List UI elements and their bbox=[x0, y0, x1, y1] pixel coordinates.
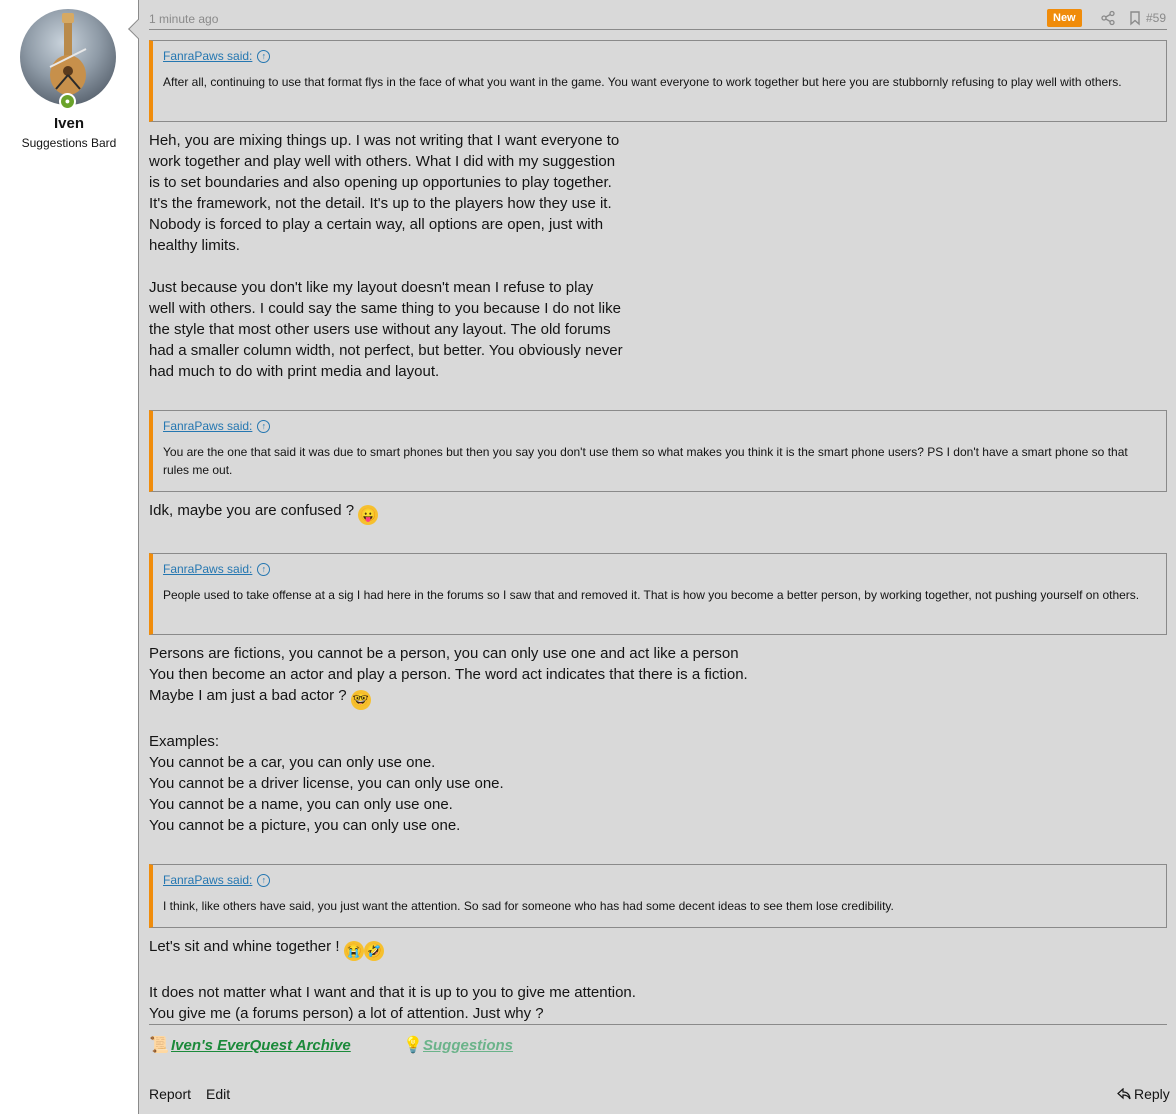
user-sidebar: ● Iven Suggestions Bard bbox=[0, 0, 138, 1114]
quote-header[interactable]: FanraPaws said: ↑ bbox=[163, 49, 1156, 63]
text-line: Examples: bbox=[149, 733, 220, 750]
quote-block: FanraPaws said: ↑ You are the one that s… bbox=[149, 410, 1167, 492]
quote-text: I think, like others have said, you just… bbox=[163, 899, 894, 913]
post-paragraph: Heh, you are mixing things up. I was not… bbox=[149, 130, 1167, 382]
jump-to-quote-icon[interactable]: ↑ bbox=[257, 419, 271, 433]
suggestions-link[interactable]: Suggestions bbox=[423, 1037, 513, 1054]
text-line: Heh, you are mixing things up. I was not… bbox=[149, 132, 620, 149]
text-line-with-emoji: Let's sit and whine together ! 😭 🤣 bbox=[149, 936, 1167, 961]
text-line: Just because you don't like my layout do… bbox=[149, 279, 594, 296]
post-body: FanraPaws said: ↑ After all, continuing … bbox=[149, 40, 1167, 1024]
text-line: Idk, maybe you are confused ? bbox=[149, 502, 355, 519]
text-line: Maybe I am just a bad actor ? bbox=[149, 687, 347, 704]
archive-link[interactable]: Iven's EverQuest Archive bbox=[171, 1037, 351, 1054]
text-line: You cannot be a driver license, you can … bbox=[149, 775, 504, 792]
user-name[interactable]: Iven bbox=[0, 115, 138, 132]
text-line: You cannot be a car, you can only use on… bbox=[149, 754, 436, 771]
share-icon[interactable] bbox=[1100, 10, 1116, 26]
text-line: had much to do with print media and layo… bbox=[149, 363, 440, 380]
quote-author-link[interactable]: FanraPaws said: bbox=[163, 873, 252, 887]
text-line: is to set boundaries and also opening up… bbox=[149, 174, 612, 191]
user-title: Suggestions Bard bbox=[21, 136, 117, 150]
quote-block: FanraPaws said: ↑ People used to take of… bbox=[149, 553, 1167, 635]
bard-instrument-icon bbox=[49, 13, 87, 95]
jump-to-quote-icon[interactable]: ↑ bbox=[257, 49, 271, 63]
text-line: Let's sit and whine together ! bbox=[149, 938, 340, 955]
post-paragraph: Idk, maybe you are confused ? 😛 bbox=[149, 500, 1167, 525]
new-badge: New bbox=[1047, 9, 1082, 27]
post-timestamp[interactable]: 1 minute ago bbox=[149, 12, 218, 26]
quote-header[interactable]: FanraPaws said: ↑ bbox=[163, 419, 1156, 433]
reply-icon bbox=[1117, 1088, 1131, 1100]
quote-author-link[interactable]: FanraPaws said: bbox=[163, 419, 252, 433]
text-line: You cannot be a name, you can only use o… bbox=[149, 796, 453, 813]
post-number[interactable]: #59 bbox=[1146, 11, 1166, 25]
rofl-emoji-icon: 🤣 bbox=[363, 941, 384, 961]
scroll-icon: 📜 bbox=[149, 1037, 169, 1054]
post-paragraph: Let's sit and whine together ! 😭 🤣 It doe… bbox=[149, 936, 1167, 1024]
quote-text: People used to take offense at a sig I h… bbox=[163, 588, 1140, 602]
quote-author-link[interactable]: FanraPaws said: bbox=[163, 49, 252, 63]
text-line: well with others. I could say the same t… bbox=[149, 300, 621, 317]
reply-button[interactable]: Reply bbox=[1117, 1086, 1170, 1102]
quote-block: FanraPaws said: ↑ I think, like others h… bbox=[149, 864, 1167, 928]
report-link[interactable]: Report bbox=[149, 1086, 191, 1102]
text-line: You then become an actor and play a pers… bbox=[149, 666, 748, 683]
text-line: You cannot be a picture, you can only us… bbox=[149, 817, 461, 834]
text-line: work together and play well with others.… bbox=[149, 153, 616, 170]
quote-text: You are the one that said it was due to … bbox=[163, 445, 1128, 477]
text-line: Nobody is forced to play a certain way, … bbox=[149, 216, 604, 233]
lightbulb-icon: 💡 bbox=[403, 1037, 423, 1054]
text-line: You give me (a forums person) a lot of a… bbox=[149, 1005, 544, 1022]
post: 1 minute ago New #59 FanraPaws said: ↑ A… bbox=[139, 0, 1176, 1114]
quote-text: After all, continuing to use that format… bbox=[163, 75, 1122, 89]
jump-to-quote-icon[interactable]: ↑ bbox=[257, 562, 271, 576]
online-status-icon: ● bbox=[59, 93, 76, 110]
crying-emoji-icon: 😭 bbox=[343, 941, 364, 961]
text-line: healthy limits. bbox=[149, 237, 240, 254]
quote-header[interactable]: FanraPaws said: ↑ bbox=[163, 562, 1156, 576]
signature: 📜 Iven's EverQuest Archive 💡 Suggestions bbox=[149, 1024, 1167, 1054]
text-line: It does not matter what I want and that … bbox=[149, 984, 636, 1001]
quote-author-link[interactable]: FanraPaws said: bbox=[163, 562, 252, 576]
text-line: Persons are fictions, you cannot be a pe… bbox=[149, 645, 739, 662]
text-line: had a smaller column width, not perfect,… bbox=[149, 342, 623, 359]
edit-link[interactable]: Edit bbox=[206, 1086, 230, 1102]
text-line-with-emoji: Maybe I am just a bad actor ? 🤓 bbox=[149, 685, 1167, 710]
tongue-out-emoji-icon: 😛 bbox=[358, 505, 379, 525]
text-line: the style that most other users use with… bbox=[149, 321, 611, 338]
post-paragraph: Persons are fictions, you cannot be a pe… bbox=[149, 643, 1167, 836]
text-line: It's the framework, not the detail. It's… bbox=[149, 195, 612, 212]
jump-to-quote-icon[interactable]: ↑ bbox=[257, 873, 271, 887]
nerd-emoji-icon: 🤓 bbox=[350, 690, 371, 710]
bookmark-icon[interactable] bbox=[1127, 10, 1143, 26]
avatar[interactable] bbox=[20, 9, 116, 105]
reply-label: Reply bbox=[1134, 1086, 1170, 1102]
post-header: 1 minute ago New #59 bbox=[149, 9, 1167, 30]
quote-header[interactable]: FanraPaws said: ↑ bbox=[163, 873, 1156, 887]
quote-block: FanraPaws said: ↑ After all, continuing … bbox=[149, 40, 1167, 122]
